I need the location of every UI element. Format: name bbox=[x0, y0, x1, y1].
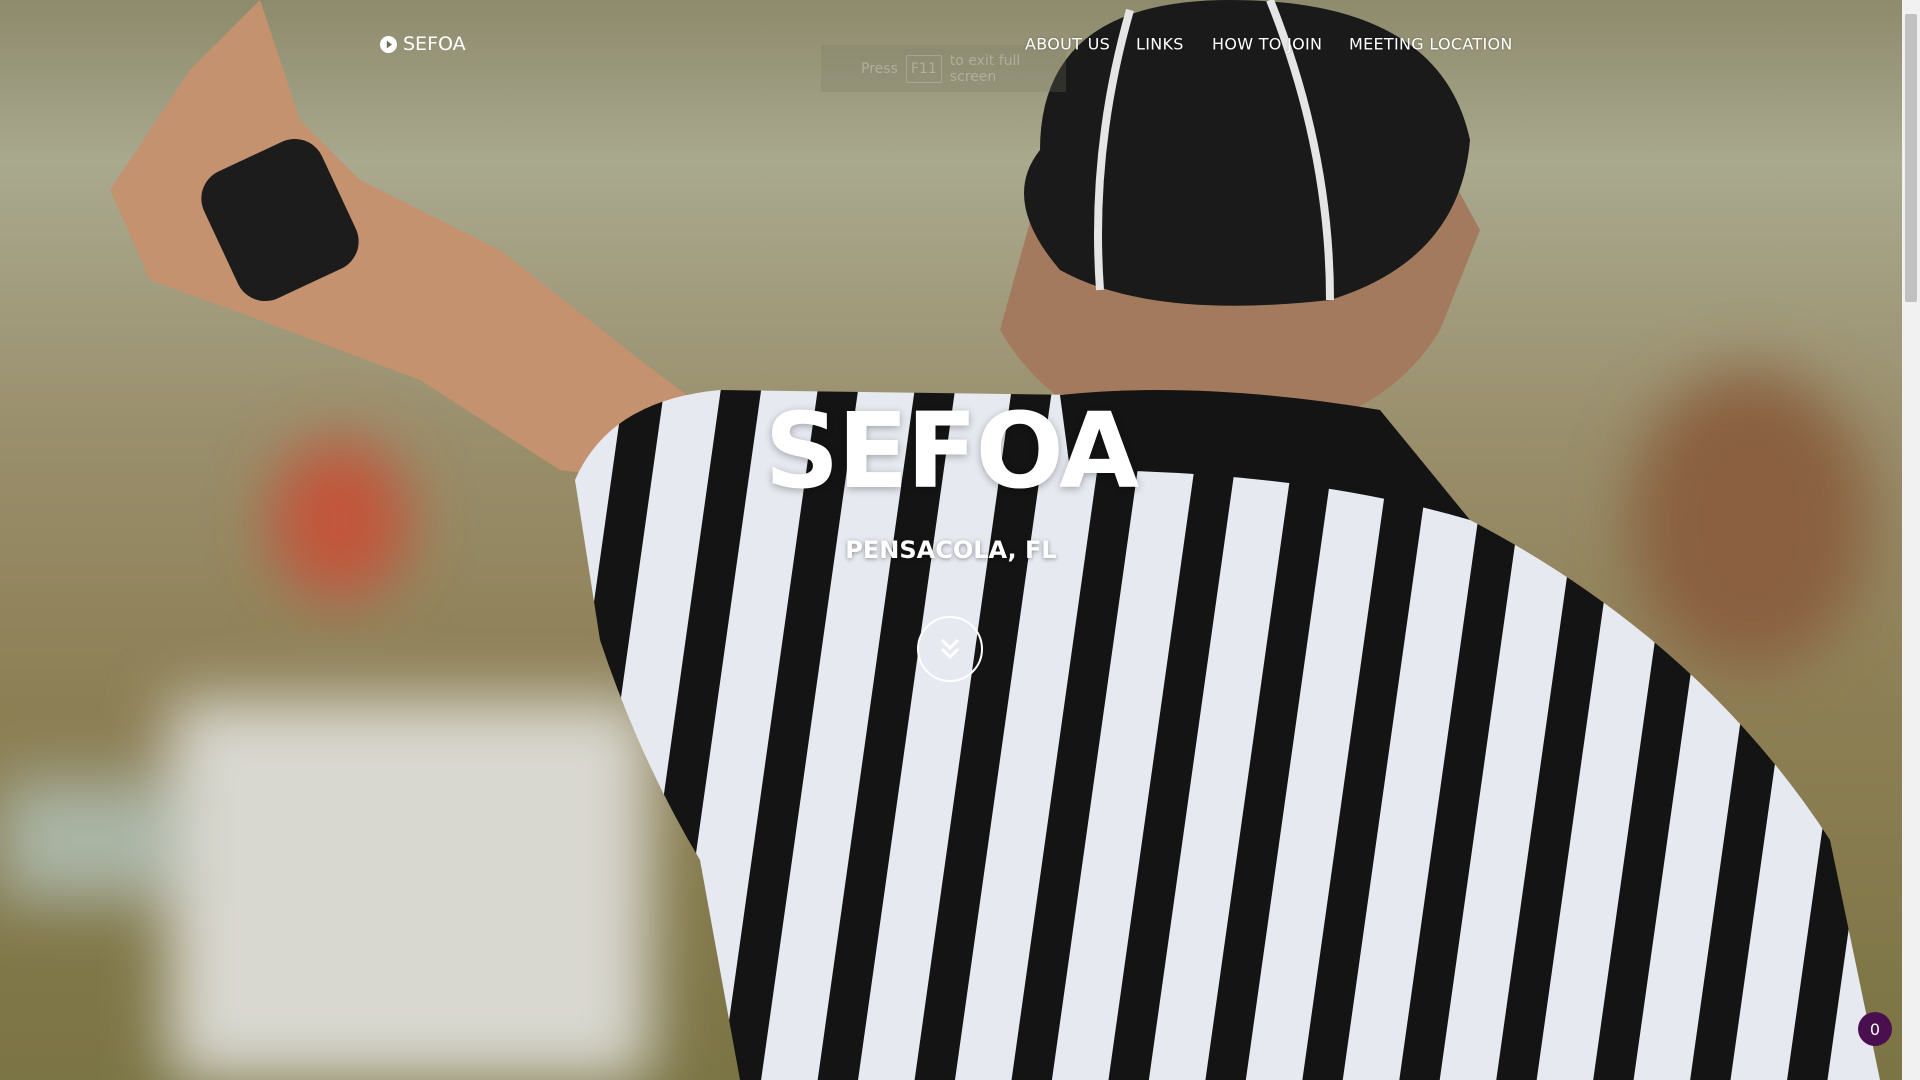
logo-link[interactable]: SEFOA bbox=[380, 33, 466, 55]
hero-title: SEFOA bbox=[764, 390, 1139, 512]
hero-subtitle: PENSACOLA, FL bbox=[845, 536, 1057, 564]
notice-key: F11 bbox=[905, 54, 942, 83]
notice-text: Press bbox=[861, 60, 898, 77]
nav-links[interactable]: LINKS bbox=[1136, 35, 1184, 54]
hero-section: SEFOA Press F11 to exit full screen ABOU… bbox=[0, 0, 1902, 1080]
scroll-down-button[interactable] bbox=[917, 616, 983, 682]
nav-meeting-location[interactable]: MEETING LOCATION bbox=[1349, 35, 1513, 54]
nav-how-to-join[interactable]: HOW TO JOIN bbox=[1212, 35, 1322, 54]
play-circle-icon bbox=[380, 35, 397, 53]
notification-badge[interactable]: 0 bbox=[1858, 1012, 1892, 1046]
scrollbar-thumb[interactable] bbox=[1905, 14, 1917, 302]
notice-text-after: to exit full screen bbox=[949, 52, 1021, 85]
nav-about-us[interactable]: ABOUT US bbox=[1025, 35, 1110, 54]
double-chevron-down-icon bbox=[940, 638, 960, 660]
page-scrollbar[interactable] bbox=[1902, 0, 1920, 1080]
logo-text: SEFOA bbox=[403, 33, 466, 55]
